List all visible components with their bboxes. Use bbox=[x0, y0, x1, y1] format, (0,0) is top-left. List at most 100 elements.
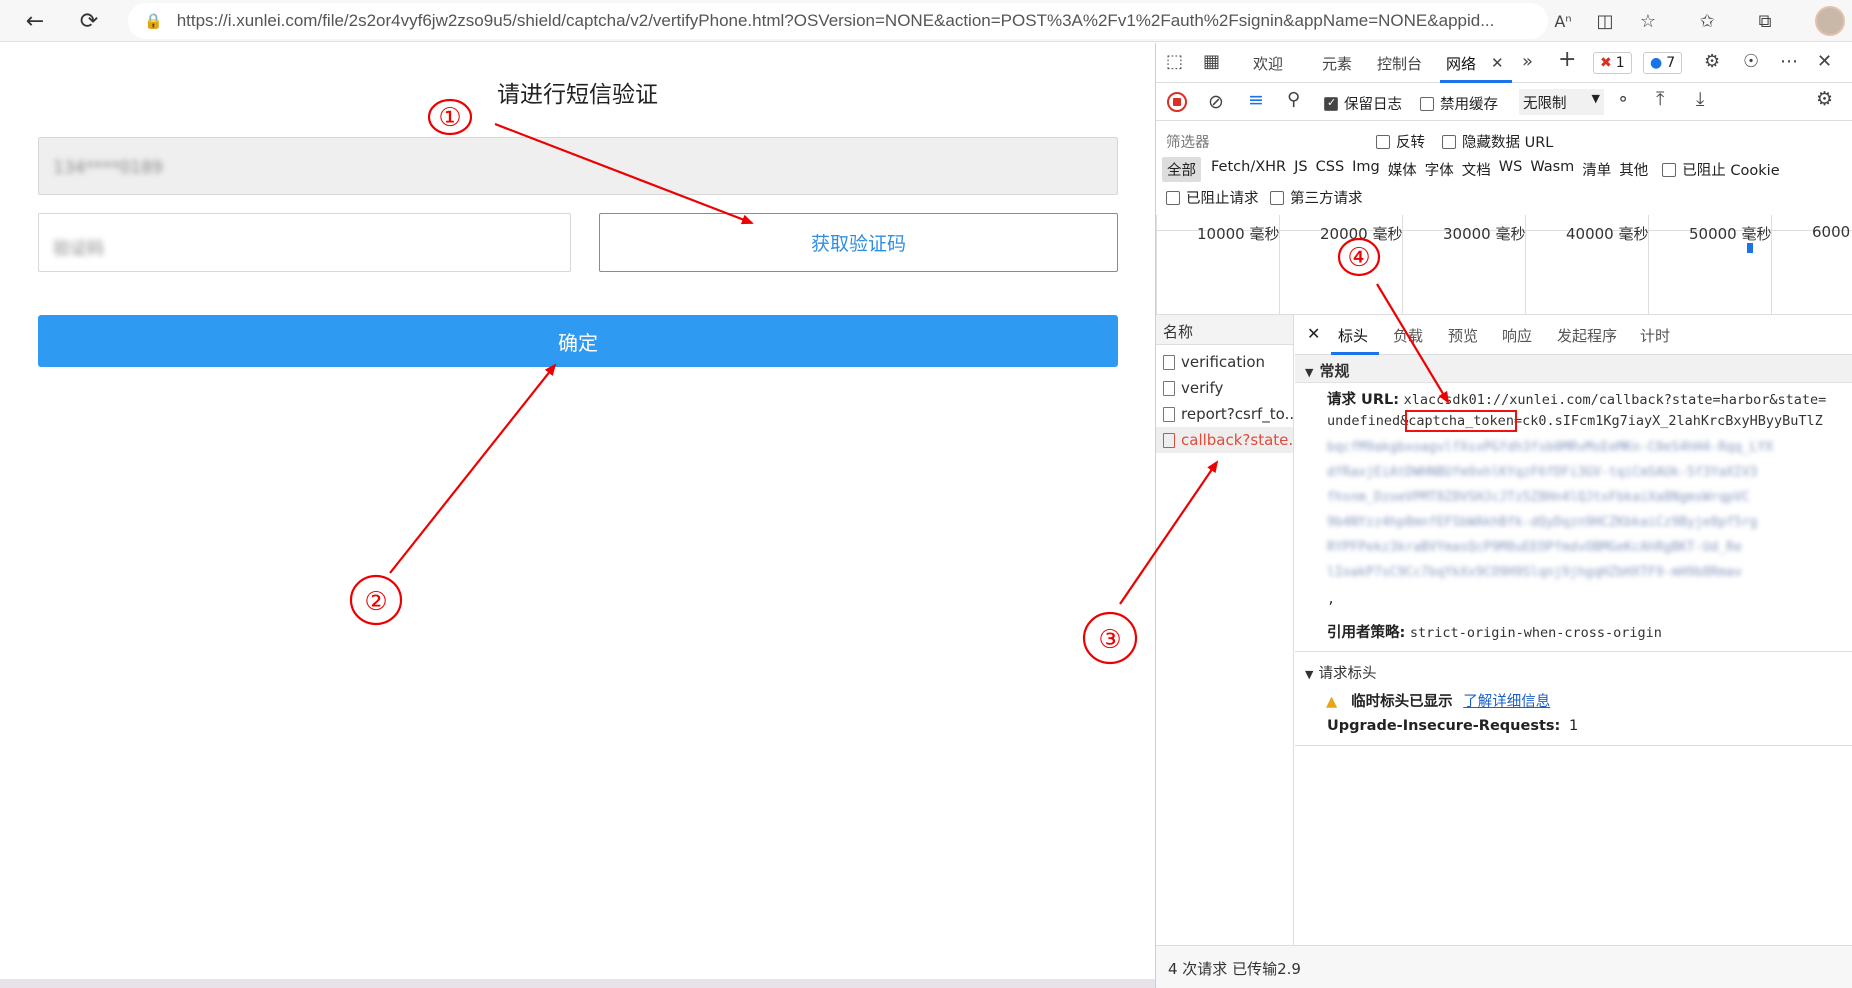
blocked-cookies-label: 已阻止 Cookie bbox=[1682, 163, 1780, 179]
tab-response[interactable]: 响应 bbox=[1502, 325, 1532, 346]
document-icon bbox=[1163, 380, 1175, 396]
request-item[interactable]: report?csrf_to... bbox=[1156, 401, 1293, 427]
timeline-label: 10000 毫秒 bbox=[1197, 225, 1280, 243]
add-tab-icon[interactable]: + bbox=[1558, 47, 1576, 72]
collections-icon[interactable]: ⧉ bbox=[1750, 6, 1780, 36]
filter-type[interactable]: 媒体 bbox=[1384, 157, 1421, 182]
section-divider bbox=[1295, 651, 1852, 652]
request-item[interactable]: verify bbox=[1156, 375, 1293, 401]
record-icon[interactable] bbox=[1167, 92, 1187, 112]
blocked-cookies-checkbox[interactable]: 已阻止 Cookie bbox=[1658, 157, 1783, 182]
favorites-icon[interactable]: ✩ bbox=[1692, 6, 1722, 36]
preserve-log-checkbox[interactable]: 保留日志 bbox=[1324, 93, 1402, 114]
error-count: 1 bbox=[1615, 55, 1625, 71]
search-icon[interactable]: ⚲ bbox=[1287, 89, 1300, 110]
device-icon[interactable]: ▦ bbox=[1203, 51, 1220, 72]
more-tabs-icon[interactable]: » bbox=[1522, 51, 1533, 72]
status-bar: 4 次请求 已传输2.9 bbox=[1156, 945, 1852, 988]
get-code-button[interactable]: 获取验证码 bbox=[599, 213, 1118, 272]
tab-initiator[interactable]: 发起程序 bbox=[1557, 325, 1617, 346]
request-headers-header[interactable]: ▼ 请求标头 bbox=[1305, 662, 1376, 683]
more-options-icon[interactable]: ⋯ bbox=[1780, 51, 1798, 72]
request-name: report?csrf_to... bbox=[1181, 405, 1293, 423]
phone-field[interactable]: 134****0189 bbox=[38, 137, 1118, 195]
network-timeline[interactable]: 10000 毫秒 20000 毫秒 30000 毫秒 40000 毫秒 5000… bbox=[1156, 215, 1852, 315]
provisional-warning: ▲ 临时标头已显示 了解详细信息 bbox=[1326, 690, 1550, 711]
third-party-checkbox[interactable]: 第三方请求 bbox=[1270, 187, 1363, 208]
inspect-icon[interactable]: ⬚ bbox=[1166, 51, 1183, 72]
request-item[interactable]: verification bbox=[1156, 349, 1293, 375]
upload-icon[interactable]: ⤒ bbox=[1656, 88, 1664, 110]
tab-preview[interactable]: 预览 bbox=[1448, 325, 1478, 346]
filter-type[interactable]: WS bbox=[1495, 157, 1527, 182]
filter-type[interactable]: 其他 bbox=[1615, 157, 1652, 182]
url-post: =ck0.sIFcm1Kg7iayX_2lahKrcBxyHByyBuTlZ bbox=[1513, 413, 1823, 429]
confirm-button[interactable]: 确定 bbox=[38, 315, 1118, 367]
filter-type[interactable]: CSS bbox=[1312, 157, 1349, 182]
filter-type[interactable]: 清单 bbox=[1578, 157, 1615, 182]
tab-console[interactable]: 控制台 bbox=[1377, 53, 1422, 74]
address-bar[interactable]: 🔒 https://i.xunlei.com/file/2s2or4vyf6jw… bbox=[128, 3, 1548, 39]
refresh-icon[interactable]: ⟳ bbox=[72, 4, 106, 38]
filter-type[interactable]: 文档 bbox=[1458, 157, 1495, 182]
tab-network[interactable]: 网络 bbox=[1446, 53, 1476, 74]
blocked-requests-checkbox[interactable]: 已阻止请求 bbox=[1166, 187, 1259, 208]
read-aloud-icon[interactable]: Aⁿ bbox=[1548, 6, 1578, 36]
filter-type[interactable]: JS bbox=[1290, 157, 1311, 182]
customize-icon[interactable]: ☉ bbox=[1743, 51, 1759, 72]
tab-payload[interactable]: 负载 bbox=[1393, 325, 1423, 346]
tab-timing[interactable]: 计时 bbox=[1640, 325, 1670, 346]
split-screen-icon[interactable]: ◫ bbox=[1590, 6, 1620, 36]
hide-data-url-checkbox[interactable]: 隐藏数据 URL bbox=[1442, 131, 1553, 152]
invert-checkbox[interactable]: 反转 bbox=[1376, 131, 1425, 152]
close-detail-icon[interactable]: ✕ bbox=[1307, 324, 1320, 343]
back-icon[interactable]: ← bbox=[18, 4, 52, 38]
download-icon[interactable]: ⤓ bbox=[1696, 88, 1704, 110]
disable-cache-checkbox[interactable]: 禁用缓存 bbox=[1420, 93, 1498, 114]
filter-type[interactable]: Wasm bbox=[1526, 157, 1578, 182]
captcha-token-highlight: captcha_token bbox=[1405, 410, 1517, 432]
phone-value: 134****0189 bbox=[53, 158, 163, 178]
tab-welcome[interactable]: 欢迎 bbox=[1253, 53, 1283, 74]
filter-type[interactable]: Fetch/XHR bbox=[1207, 157, 1290, 182]
clear-icon[interactable]: ⊘ bbox=[1208, 91, 1224, 113]
tab-headers[interactable]: 标头 bbox=[1338, 325, 1368, 346]
filter-type[interactable]: 全部 bbox=[1162, 157, 1201, 182]
request-item-selected[interactable]: callback?state... bbox=[1156, 427, 1293, 453]
add-favorite-icon[interactable]: ☆ bbox=[1633, 6, 1663, 36]
request-url-row: 请求 URL: xlaccsdk01://xunlei.com/callback… bbox=[1327, 388, 1847, 413]
upgrade-row: Upgrade-Insecure-Requests: 1 bbox=[1327, 718, 1578, 734]
devtools-tabbar: ⬚ ▦ 欢迎 元素 控制台 网络 ✕ » + ✖ 1 ● 7 ⚙ ☉ ⋯ ✕ bbox=[1156, 43, 1852, 83]
caret-down-icon: ▼ bbox=[1305, 668, 1314, 681]
page-title: 请进行短信验证 bbox=[497, 82, 658, 108]
throttle-select[interactable]: 无限制 ▼ bbox=[1519, 89, 1604, 115]
referrer-label: 引用者策略: bbox=[1327, 625, 1406, 641]
timeline-bar bbox=[1747, 243, 1753, 253]
wifi-icon[interactable]: ⚬ bbox=[1616, 90, 1630, 110]
settings-icon[interactable]: ⚙ bbox=[1704, 51, 1720, 72]
lock-icon[interactable]: 🔒 bbox=[144, 12, 163, 30]
blurred-line: fhsnm_DzoeVPMT8Z8VSHJcJTz5Z8Hn4lQJtxFbka… bbox=[1327, 490, 1750, 505]
learn-more-link[interactable]: 了解详细信息 bbox=[1463, 694, 1550, 710]
general-title: 常规 bbox=[1319, 362, 1350, 380]
close-devtools-icon[interactable]: ✕ bbox=[1817, 51, 1832, 72]
request-list-header[interactable]: 名称 bbox=[1156, 315, 1293, 345]
hide-data-url-label: 隐藏数据 URL bbox=[1462, 135, 1554, 151]
close-tab-icon[interactable]: ✕ bbox=[1491, 54, 1504, 72]
network-settings-icon[interactable]: ⚙ bbox=[1816, 88, 1833, 110]
filter-type[interactable]: 字体 bbox=[1421, 157, 1458, 182]
message-badge[interactable]: ● 7 bbox=[1643, 52, 1683, 74]
error-badge[interactable]: ✖ 1 bbox=[1593, 52, 1632, 74]
address-url[interactable]: https://i.xunlei.com/file/2s2or4vyf6jw2z… bbox=[177, 11, 1495, 31]
general-section-header[interactable]: ▼ 常规 bbox=[1295, 355, 1852, 383]
message-count: 7 bbox=[1666, 55, 1676, 71]
document-icon bbox=[1163, 354, 1175, 370]
blurred-line: lIoakP7sC9Cc7bqYkXx9CO9H9Slqnj9jhgqHZbHX… bbox=[1327, 565, 1742, 580]
message-icon: ● bbox=[1650, 55, 1663, 71]
filter-type[interactable]: Img bbox=[1348, 157, 1384, 182]
code-input[interactable]: 验证码 bbox=[38, 213, 571, 272]
profile-avatar[interactable] bbox=[1815, 6, 1845, 36]
filter-input[interactable]: 筛选器 bbox=[1166, 131, 1366, 152]
tab-elements[interactable]: 元素 bbox=[1322, 53, 1352, 74]
filter-icon[interactable]: ≡ bbox=[1248, 89, 1264, 111]
